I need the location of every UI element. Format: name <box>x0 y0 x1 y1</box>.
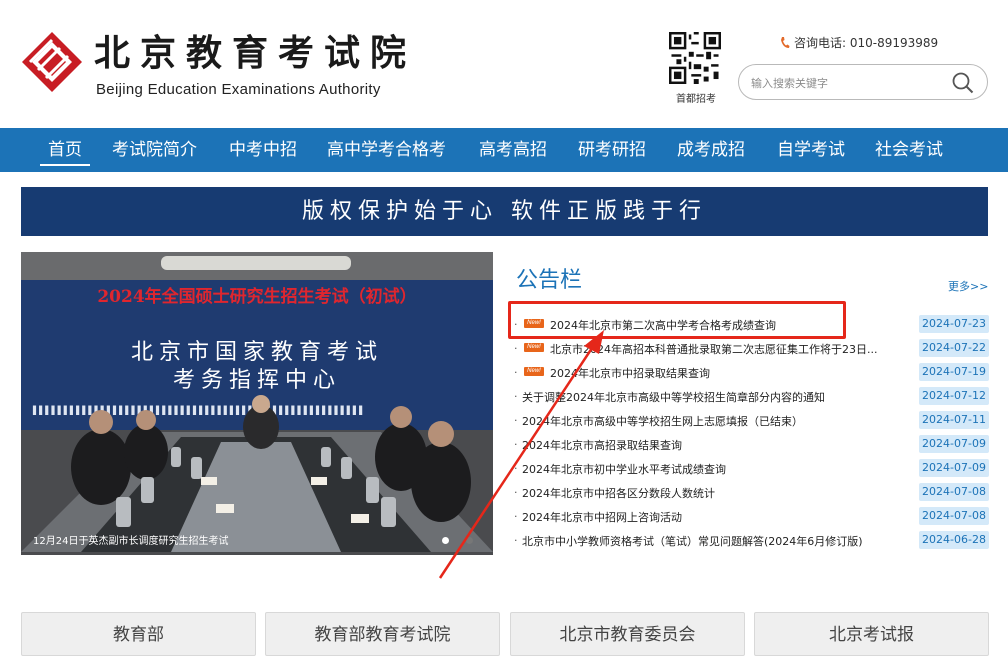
notice-item[interactable]: · 2024年北京市中招各区分数段人数统计 2024-07-08 <box>514 482 989 502</box>
notice-date: 2024-06-28 <box>919 531 989 549</box>
nav-item-home[interactable]: 首页 <box>40 128 90 172</box>
bullet-dot: · <box>514 414 518 427</box>
header: 北京教育考试院 Beijing Education Examinations A… <box>0 0 1008 128</box>
carousel-dot-2[interactable] <box>466 537 473 544</box>
link-moe[interactable]: 教育部 <box>21 612 256 656</box>
nav-item-chengkao[interactable]: 成考成招 <box>677 128 745 172</box>
nav-item-yankao[interactable]: 研考研招 <box>578 128 646 172</box>
board-title: 公告栏 <box>516 268 583 293</box>
notice-title[interactable]: 关于调整2024年北京市高级中等学校招生简章部分内容的通知 <box>522 389 825 405</box>
nav-item-xuekao[interactable]: 高中学考合格考 <box>327 128 446 172</box>
notice-date: 2024-07-11 <box>919 411 989 429</box>
photo-wall-text: 2024年全国硕士研究生招生考试（初试） 北京市国家教育考试 考务指挥中心 <box>97 286 416 393</box>
notice-title[interactable]: 2024年北京市中招网上咨询活动 <box>522 509 682 525</box>
search-box <box>738 64 988 100</box>
notice-item[interactable]: · 关于调整2024年北京市高级中等学校招生简章部分内容的通知 2024-07-… <box>514 386 989 406</box>
bullet-dot: · <box>514 510 518 523</box>
new-badge-icon: New! <box>524 367 544 376</box>
photo-wall-line1: 北京市国家教育考试 <box>131 340 383 365</box>
logo-english-name: Beijing Education Examinations Authority <box>96 81 381 98</box>
notice-item[interactable]: · 2024年北京市初中学业水平考试成绩查询 2024-07-09 <box>514 458 989 478</box>
notice-title[interactable]: 2024年北京市中招各区分数段人数统计 <box>522 485 715 501</box>
link-neea[interactable]: 教育部教育考试院 <box>265 612 500 656</box>
logo-icon <box>22 32 82 92</box>
notice-item[interactable]: · New! 2024年北京市中招录取结果查询 2024-07-19 <box>514 362 989 382</box>
photo-wall-line2: 考务指挥中心 <box>173 368 341 393</box>
notice-date: 2024-07-08 <box>919 507 989 525</box>
qr-code-icon <box>669 32 721 84</box>
notice-item[interactable]: · 2024年北京市高级中等学校招生网上志愿填报（已结束） 2024-07-11 <box>514 410 989 430</box>
phone-icon <box>781 37 790 48</box>
bullet-dot: · <box>514 462 518 475</box>
nav-item-zhongkao[interactable]: 中考中招 <box>229 128 297 172</box>
bullet-dot: · <box>514 390 518 403</box>
search-input[interactable] <box>751 74 941 92</box>
photo-caption[interactable]: 12月24日于英杰副市长调度研究生招生考试 <box>33 532 228 547</box>
notice-title[interactable]: 2024年北京市高招录取结果查询 <box>522 437 682 453</box>
notice-title[interactable]: 2024年北京市高级中等学校招生网上志愿填报（已结束） <box>522 413 803 429</box>
notice-date: 2024-07-09 <box>919 459 989 477</box>
logo-chinese-name: 北京教育考试院 <box>94 32 417 74</box>
photo-headline: 2024年全国硕士研究生招生考试（初试） <box>97 286 416 307</box>
phone-label: 咨询电话: 010-89193989 <box>794 36 939 50</box>
svg-text:▌▌▌▌▌▌▌▌▌▌▌▌▌▌▌▌▌▌▌▌▌▌▌▌▌▌▌▌▌▌: ▌▌▌▌▌▌▌▌▌▌▌▌▌▌▌▌▌▌▌▌▌▌▌▌▌▌▌▌▌▌▌▌▌▌▌▌▌▌▌▌… <box>32 405 365 415</box>
notice-date: 2024-07-22 <box>919 339 989 357</box>
link-bjks-newspaper[interactable]: 北京考试报 <box>754 612 989 656</box>
nav-item-zixue[interactable]: 自学考试 <box>777 128 845 172</box>
bullet-dot: · <box>514 534 518 547</box>
notice-date: 2024-07-12 <box>919 387 989 405</box>
search-icon[interactable] <box>951 71 975 95</box>
notice-title[interactable]: 北京市中小学教师资格考试（笔试）常见问题解答(2024年6月修订版) <box>522 533 863 549</box>
nav-item-about[interactable]: 考试院简介 <box>112 128 197 172</box>
phone-info: 咨询电话: 010-89193989 <box>780 34 938 51</box>
nav-item-gaokao[interactable]: 高考高招 <box>479 128 547 172</box>
bullet-dot: · <box>514 366 518 379</box>
notice-date: 2024-07-09 <box>919 435 989 453</box>
bullet-dot: · <box>514 438 518 451</box>
notice-date: 2024-07-19 <box>919 363 989 381</box>
link-bjedu[interactable]: 北京市教育委员会 <box>510 612 745 656</box>
board-more-link[interactable]: 更多>> <box>948 278 988 294</box>
notice-item[interactable]: · 2024年北京市高招录取结果查询 2024-07-09 <box>514 434 989 454</box>
qr-label: 首都招考 <box>676 94 716 105</box>
notice-title[interactable]: 2024年北京市初中学业水平考试成绩查询 <box>522 461 726 477</box>
notice-date: 2024-07-23 <box>919 315 989 333</box>
carousel-dot-1[interactable] <box>442 537 449 544</box>
notice-date: 2024-07-08 <box>919 483 989 501</box>
slogan-banner: 版权保护始于心 软件正版践于行 <box>21 187 988 236</box>
notice-item[interactable]: · New! 北京市2024年高招本科普通批录取第二次志愿征集工作将于23日..… <box>514 338 989 358</box>
page: 北京教育考试院 Beijing Education Examinations A… <box>0 0 1008 662</box>
annotation-highlight-box <box>508 301 846 339</box>
news-photo-carousel[interactable]: ▌▌▌▌▌▌▌▌▌▌▌▌▌▌▌▌▌▌▌▌▌▌▌▌▌▌▌▌▌▌▌▌▌▌▌▌▌▌▌▌… <box>21 252 493 555</box>
bullet-dot: · <box>514 342 518 355</box>
notice-item[interactable]: · 2024年北京市中招网上咨询活动 2024-07-08 <box>514 506 989 526</box>
main-nav: 首页 考试院简介 中考中招 高中学考合格考 高考高招 研考研招 成考成招 自学考… <box>0 128 1008 172</box>
notice-item[interactable]: · 北京市中小学教师资格考试（笔试）常见问题解答(2024年6月修订版) 202… <box>514 530 989 550</box>
notice-title[interactable]: 2024年北京市中招录取结果查询 <box>550 365 710 381</box>
bullet-dot: · <box>514 486 518 499</box>
new-badge-icon: New! <box>524 343 544 352</box>
nav-item-shehui[interactable]: 社会考试 <box>875 128 943 172</box>
notice-title[interactable]: 北京市2024年高招本科普通批录取第二次志愿征集工作将于23日... <box>550 341 877 357</box>
